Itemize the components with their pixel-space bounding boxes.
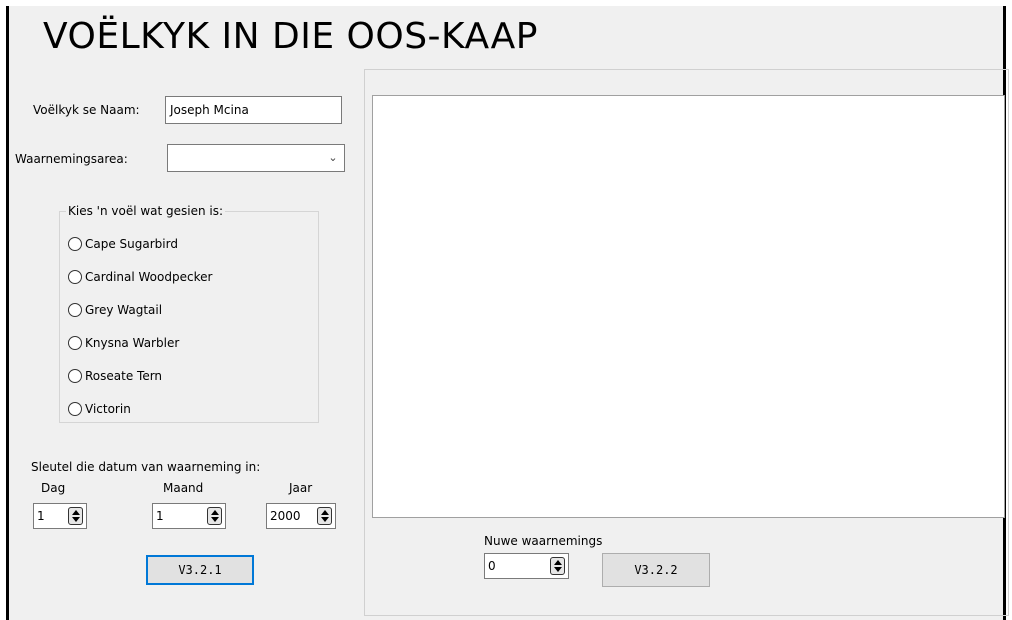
new-obs-stepper[interactable]: 0 xyxy=(484,553,569,579)
radio-unchecked-icon[interactable] xyxy=(68,303,82,317)
chevron-down-icon[interactable]: ⌄ xyxy=(326,149,340,167)
radio-unchecked-icon[interactable] xyxy=(68,237,82,251)
day-label: Dag xyxy=(41,481,66,495)
radio-label: Cardinal Woodpecker xyxy=(85,270,213,284)
bird-group-caption: Kies 'n voël wat gesien is: xyxy=(66,204,226,218)
v322-button[interactable]: V3.2.2 xyxy=(602,553,710,587)
app-window: VOËLKYK IN DIE OOS-KAAP Voëlkyk se Naam:… xyxy=(6,6,1009,620)
name-field[interactable]: Joseph Mcina xyxy=(165,96,342,124)
page-title: VOËLKYK IN DIE OOS-KAAP xyxy=(43,16,538,57)
month-value: 1 xyxy=(156,509,164,523)
new-obs-value: 0 xyxy=(488,559,496,573)
area-dropdown[interactable]: ⌄ xyxy=(167,144,345,172)
up-down-arrows-icon[interactable] xyxy=(68,507,83,525)
radio-label: Knysna Warbler xyxy=(85,336,180,350)
up-down-arrows-icon[interactable] xyxy=(317,507,332,525)
new-obs-label: Nuwe waarnemings xyxy=(484,534,603,548)
up-down-arrows-icon[interactable] xyxy=(207,507,222,525)
name-label: Voëlkyk se Naam: xyxy=(33,103,140,117)
date-label: Sleutel die datum van waarneming in: xyxy=(31,460,261,474)
radio-unchecked-icon[interactable] xyxy=(68,369,82,383)
radio-label: Grey Wagtail xyxy=(85,303,163,317)
day-stepper[interactable]: 1 xyxy=(33,503,87,529)
month-stepper[interactable]: 1 xyxy=(152,503,226,529)
v321-button[interactable]: V3.2.1 xyxy=(146,555,254,585)
up-down-arrows-icon[interactable] xyxy=(550,557,565,575)
day-value: 1 xyxy=(37,509,45,523)
bird-group-box: Kies 'n voël wat gesien is: Cape Sugarbi… xyxy=(59,204,319,423)
radio-label: Victorin xyxy=(85,402,131,416)
radio-grey-wagtail[interactable]: Grey Wagtail xyxy=(68,300,162,320)
radio-victorin[interactable]: Victorin xyxy=(68,399,131,419)
radio-roseate-tern[interactable]: Roseate Tern xyxy=(68,366,162,386)
radio-knysna-warbler[interactable]: Knysna Warbler xyxy=(68,333,179,353)
month-label: Maand xyxy=(163,481,204,495)
year-value: 2000 xyxy=(270,509,301,523)
radio-label: Cape Sugarbird xyxy=(85,237,178,251)
output-list[interactable] xyxy=(372,95,1005,518)
radio-unchecked-icon[interactable] xyxy=(68,402,82,416)
radio-unchecked-icon[interactable] xyxy=(68,270,82,284)
radio-cardinal-woodpecker[interactable]: Cardinal Woodpecker xyxy=(68,267,212,287)
radio-unchecked-icon[interactable] xyxy=(68,336,82,350)
radio-cape-sugarbird[interactable]: Cape Sugarbird xyxy=(68,234,178,254)
area-label: Waarnemingsarea: xyxy=(15,152,128,166)
radio-label: Roseate Tern xyxy=(85,369,163,383)
year-label: Jaar xyxy=(289,481,313,495)
year-stepper[interactable]: 2000 xyxy=(266,503,336,529)
